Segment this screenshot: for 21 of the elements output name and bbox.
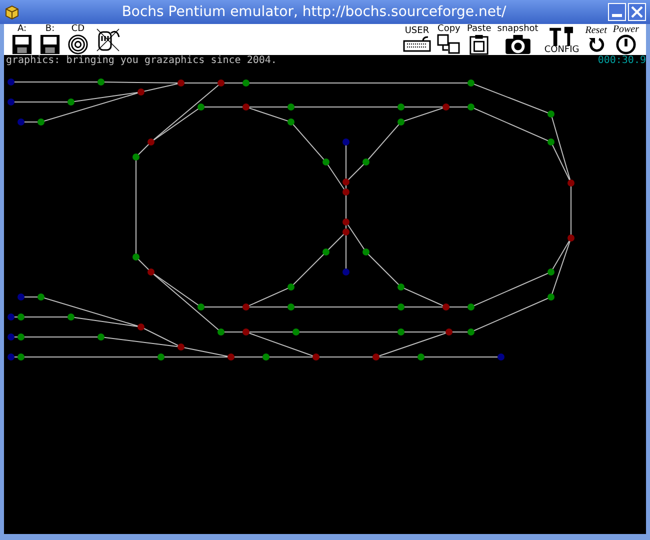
- mouse-icon: [95, 26, 121, 52]
- toolbar-button[interactable]: Paste: [466, 24, 492, 54]
- toolbar-button[interactable]: USER: [402, 24, 432, 54]
- close-icon: [631, 6, 643, 18]
- close-button[interactable]: [628, 3, 646, 21]
- reset-icon: [587, 35, 606, 53]
- keyboard-icon: [402, 36, 431, 52]
- toolbar-button[interactable]: A:: [10, 24, 34, 54]
- minimize-button[interactable]: [608, 3, 626, 21]
- toolbar-button[interactable]: Power: [612, 24, 640, 54]
- toolbar-button[interactable]: CONFIG: [543, 24, 580, 54]
- toolbar-button[interactable]: B:: [38, 24, 62, 54]
- toolbar-button[interactable]: Copy: [436, 24, 462, 54]
- status-message: graphics: bringing you grazaphics since 2004.: [5, 55, 277, 66]
- toolbar-button[interactable]: CD: [66, 24, 90, 54]
- minimize-icon: [612, 14, 622, 17]
- window-title: Bochs Pentium emulator, http://bochs.sourceforge.net/: [120, 2, 508, 22]
- timer: 000:30.9: [598, 55, 646, 66]
- toolbar-button[interactable]: snapshot: [496, 24, 540, 54]
- package-icon: [4, 4, 20, 20]
- toolbar-button[interactable]: Reset: [584, 24, 608, 54]
